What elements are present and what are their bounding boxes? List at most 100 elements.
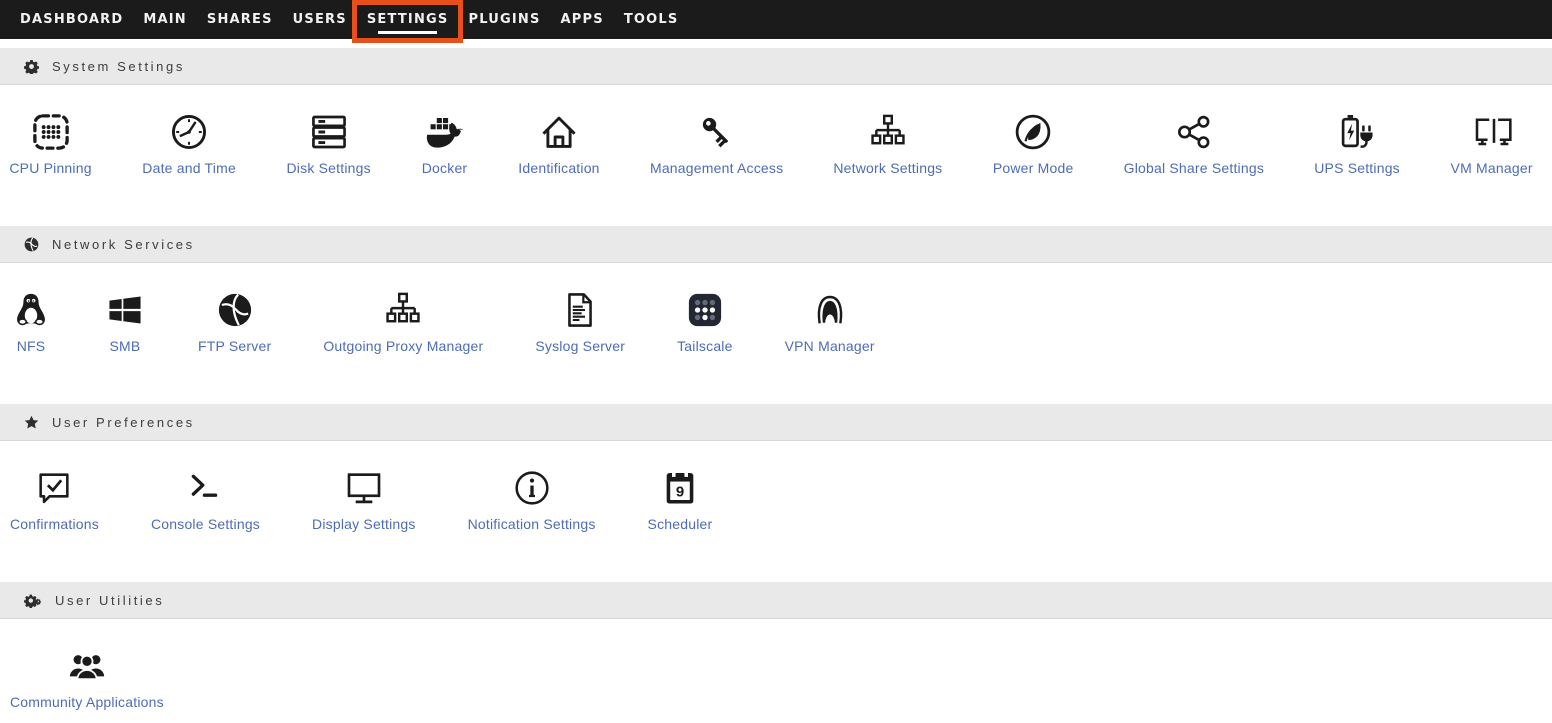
section-header-user-preferences: User Preferences [0,404,1552,441]
settings-item-label: Date and Time [142,160,236,176]
settings-item-ups-settings[interactable]: UPS Settings [1315,112,1399,176]
section-title: User Utilities [55,593,164,608]
section-user-preferences: User Preferences Confirmations Console Set… [0,404,1552,582]
server-stack-icon [309,112,349,152]
nav-item-users[interactable]: USERS [283,0,357,39]
settings-item-label: NFS [17,338,46,354]
settings-item-nfs[interactable]: NFS [10,290,52,354]
settings-item-label: CPU Pinning [9,160,91,176]
section-title: User Preferences [52,415,195,430]
nav-item-label: PLUGINS [468,12,540,27]
settings-item-global-share-settings[interactable]: Global Share Settings [1125,112,1263,176]
section-header-system-settings: System Settings [0,48,1552,85]
nav-item-label: TOOLS [624,12,679,27]
settings-item-label: Confirmations [10,516,99,532]
terminal-icon [185,468,225,508]
globe-sphere-icon [215,290,255,330]
nav-item-tools[interactable]: TOOLS [614,0,689,39]
nav-item-label: SHARES [207,12,273,27]
clock-icon [169,112,209,152]
settings-item-outgoing-proxy-manager[interactable]: Outgoing Proxy Manager [323,290,483,354]
linux-tux-icon [11,290,51,330]
nav-item-dashboard[interactable]: DASHBOARD [10,0,133,39]
section-title: System Settings [52,59,185,74]
settings-item-power-mode[interactable]: Power Mode [994,112,1073,176]
settings-item-confirmations[interactable]: Confirmations [10,468,99,532]
users-group-icon [67,646,107,686]
section-items-network-services: NFS SMB FTP Server Outgoing Proxy Manager Sy… [0,263,1552,404]
nav-item-plugins[interactable]: PLUGINS [458,0,550,39]
nav-item-label: USERS [293,12,347,27]
settings-item-label: Display Settings [312,516,416,532]
vpn-arch-icon [810,290,850,330]
settings-item-label: Syslog Server [535,338,625,354]
calendar-9-icon: 9 [660,468,700,508]
nav-item-apps[interactable]: APPS [551,0,614,39]
section-items-user-preferences: Confirmations Console Settings Display Set… [0,441,1552,582]
globe-icon [24,237,39,252]
nav-item-shares[interactable]: SHARES [197,0,283,39]
settings-item-label: Scheduler [648,516,713,532]
cpu-pinning-icon [31,112,71,152]
document-lines-icon [560,290,600,330]
settings-item-vm-manager[interactable]: VM Manager [1451,112,1532,176]
nav-item-label: DASHBOARD [20,12,123,27]
settings-item-console-settings[interactable]: Console Settings [151,468,260,532]
comment-check-icon [34,468,74,508]
nav-item-main[interactable]: MAIN [133,0,197,39]
settings-item-syslog-server[interactable]: Syslog Server [535,290,625,354]
settings-item-cpu-pinning[interactable]: CPU Pinning [10,112,91,176]
svg-text:9: 9 [676,483,684,500]
section-network-services: Network Services NFS SMB FTP Server Outgoing… [0,226,1552,404]
settings-item-label: Docker [422,160,468,176]
section-header-user-utilities: User Utilities [0,582,1552,619]
settings-item-label: VPN Manager [785,338,875,354]
settings-item-label: Notification Settings [468,516,596,532]
settings-item-community-applications[interactable]: Community Applications [10,646,164,710]
settings-item-label: Identification [518,160,599,176]
gear-icon [24,59,39,74]
battery-plug-icon [1337,112,1377,152]
home-icon [539,112,579,152]
settings-item-label: Global Share Settings [1124,160,1264,176]
tailscale-icon [685,290,725,330]
sitemap-icon [868,112,908,152]
settings-item-label: Outgoing Proxy Manager [323,338,483,354]
share-nodes-icon [1174,112,1214,152]
settings-item-management-access[interactable]: Management Access [651,112,782,176]
settings-item-label: Community Applications [10,694,164,710]
section-items-user-utilities: Community Applications [0,619,1552,715]
settings-item-docker[interactable]: Docker [422,112,467,176]
nav-item-settings[interactable]: SETTINGS [357,0,459,39]
settings-item-notification-settings[interactable]: Notification Settings [468,468,596,532]
top-nav: DASHBOARD MAIN SHARES USERS SETTINGS PLUGINS A… [0,0,1552,39]
settings-item-date-and-time[interactable]: Date and Time [143,112,235,176]
settings-item-label: Console Settings [151,516,260,532]
section-user-utilities: User Utilities Community Applications [0,582,1552,715]
settings-item-vpn-manager[interactable]: VPN Manager [785,290,875,354]
leaf-circle-icon [1013,112,1053,152]
section-title: Network Services [52,237,195,252]
settings-item-label: Network Settings [833,160,942,176]
settings-item-label: UPS Settings [1314,160,1400,176]
settings-item-label: FTP Server [198,338,271,354]
settings-item-label: SMB [110,338,141,354]
key-icon [697,112,737,152]
docker-whale-icon [424,112,466,152]
settings-item-disk-settings[interactable]: Disk Settings [287,112,370,176]
settings-item-tailscale[interactable]: Tailscale [677,290,733,354]
nav-item-label: APPS [561,12,604,27]
gears-icon [24,592,42,608]
settings-item-scheduler[interactable]: 9 Scheduler [648,468,713,532]
settings-item-display-settings[interactable]: Display Settings [312,468,416,532]
settings-item-identification[interactable]: Identification [519,112,599,176]
nav-item-label: MAIN [143,12,187,27]
settings-item-smb[interactable]: SMB [104,290,146,354]
settings-item-network-settings[interactable]: Network Settings [834,112,941,176]
settings-item-label: Disk Settings [287,160,371,176]
vm-monitors-icon [1472,112,1512,152]
nav-item-label: SETTINGS [367,12,449,27]
info-circle-icon [512,468,552,508]
settings-item-label: VM Manager [1451,160,1533,176]
settings-item-ftp-server[interactable]: FTP Server [198,290,271,354]
